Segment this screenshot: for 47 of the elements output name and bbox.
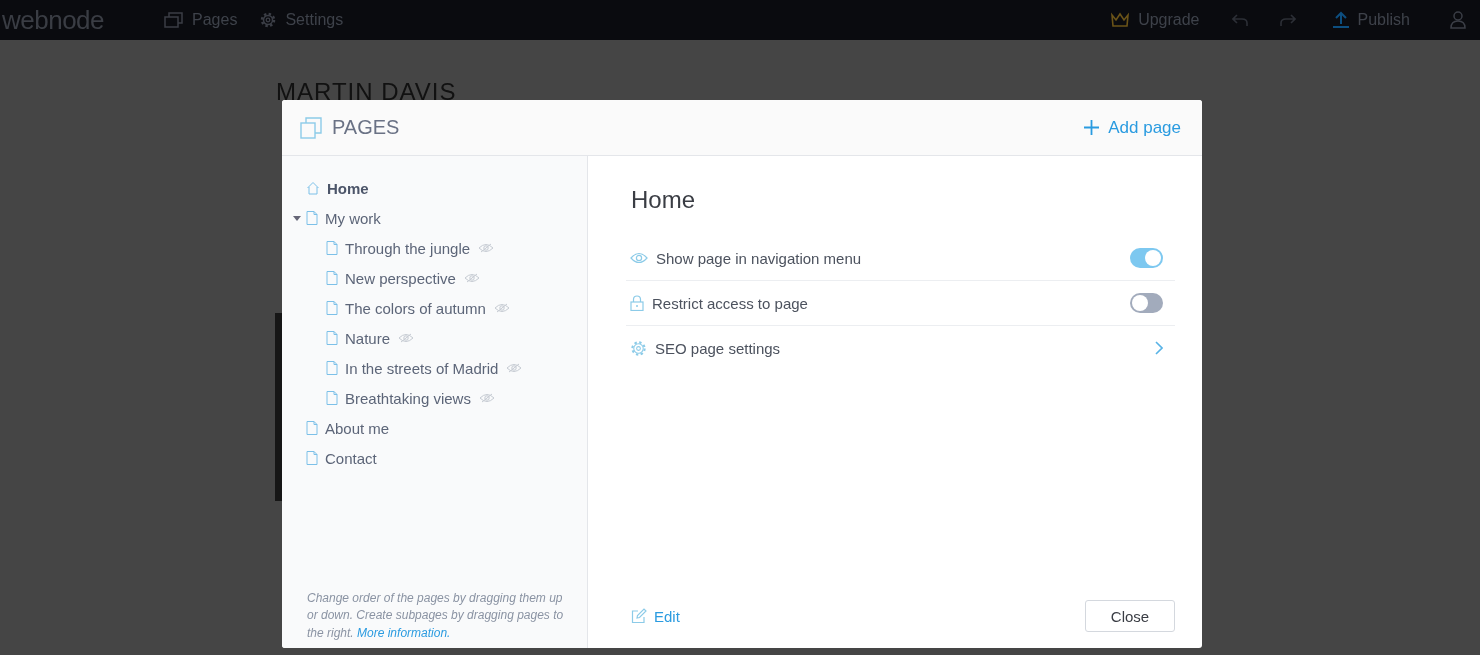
edit-icon — [631, 608, 647, 624]
crown-icon — [1110, 12, 1131, 28]
caret-icon[interactable] — [293, 215, 301, 221]
page-icon — [326, 241, 338, 255]
edit-button[interactable]: Edit — [631, 605, 680, 627]
undo-icon[interactable] — [1231, 13, 1248, 27]
add-page-button[interactable]: Add page — [1084, 113, 1181, 142]
page-icon — [326, 331, 338, 345]
more-information-link[interactable]: More information. — [357, 625, 451, 640]
page-item[interactable]: Through the jungle — [345, 239, 471, 257]
eye-icon — [630, 252, 648, 264]
redo-icon[interactable] — [1279, 13, 1296, 27]
page-item[interactable]: Contact — [325, 449, 377, 467]
help-text: Change order of the pages by dragging them up or down. Create subpages by dragging pages to the right. More information. — [306, 589, 565, 642]
page-icon — [326, 391, 338, 405]
setting-label: SEO page settings — [655, 339, 782, 357]
page-icon — [326, 361, 338, 375]
upload-icon — [1331, 11, 1350, 29]
setting-label: Show page in navigation menu — [656, 249, 863, 267]
page-icon — [306, 421, 318, 435]
lock-icon — [630, 295, 644, 311]
home-icon — [306, 181, 320, 195]
plus-icon — [1084, 120, 1100, 135]
page-icon — [306, 211, 318, 225]
page-item[interactable]: Home — [327, 179, 369, 197]
page-item[interactable]: Breathtaking views — [345, 389, 471, 407]
user-icon[interactable] — [1450, 11, 1466, 29]
page-icon — [306, 451, 318, 465]
toggle-switch[interactable] — [1130, 293, 1163, 313]
chevron-right-icon[interactable] — [1155, 341, 1163, 355]
page-icon — [326, 301, 338, 315]
settings-icon — [259, 11, 278, 29]
close-button[interactable]: Close — [1085, 600, 1175, 632]
page-item[interactable]: The colors of autumn — [345, 299, 486, 317]
dialog-title: PAGES — [332, 116, 400, 139]
pages-icon — [164, 12, 185, 28]
page-item[interactable]: Nature — [345, 329, 391, 347]
page-icon — [326, 271, 338, 285]
page-item[interactable]: In the streets of Madrid — [345, 359, 499, 377]
page-item[interactable]: About me — [325, 419, 390, 437]
pages-icon — [300, 116, 322, 139]
page-item[interactable]: My work — [325, 209, 381, 227]
toggle-switch[interactable] — [1130, 248, 1163, 268]
page-title: Home — [631, 186, 697, 214]
setting-label: Restrict access to page — [652, 294, 809, 312]
page-item[interactable]: New perspective — [345, 269, 456, 287]
settings-icon — [630, 339, 647, 357]
